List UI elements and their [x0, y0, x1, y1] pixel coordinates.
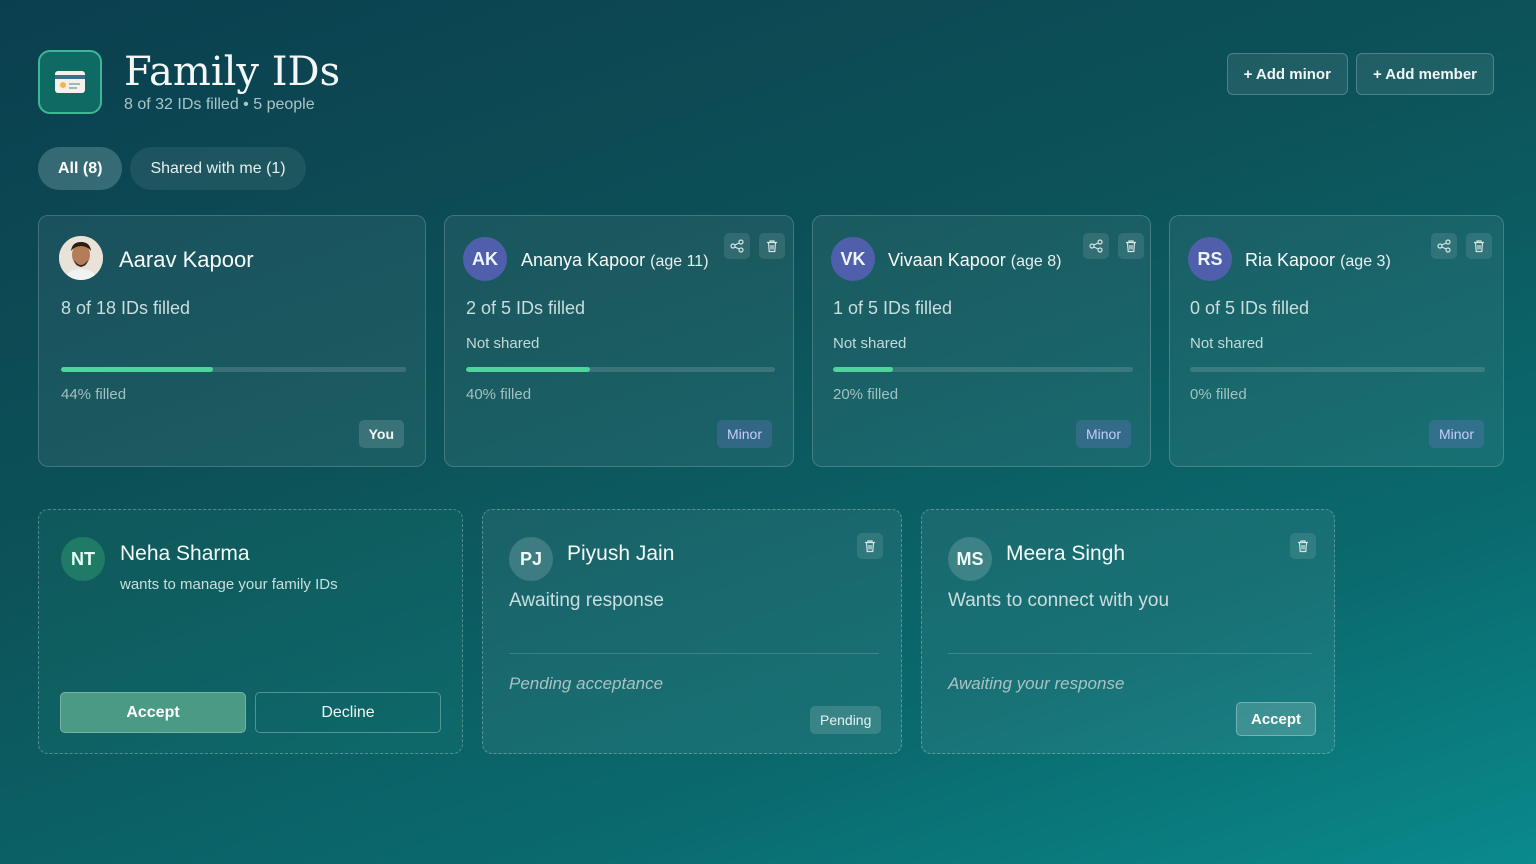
requester-name: Neha Sharma	[120, 542, 250, 565]
add-member-button[interactable]: + Add member	[1355, 53, 1494, 95]
member-name: Aarav Kapoor	[119, 247, 254, 272]
minor-badge: Minor	[1428, 420, 1484, 448]
share-icon[interactable]	[724, 233, 750, 259]
progress-fill	[61, 367, 213, 372]
member-card-ananya[interactable]: AK Ananya Kapoor (age 11) 2 of 5 IDs fil…	[444, 215, 794, 467]
requester-name: Meera Singh	[1006, 542, 1126, 565]
id-card-icon	[38, 50, 102, 114]
avatar: PJ	[509, 537, 553, 581]
progress-track	[466, 367, 775, 372]
you-badge: You	[358, 420, 404, 448]
avatar: VK	[831, 237, 875, 281]
page-subtitle: 8 of 32 IDs filled • 5 people	[124, 96, 315, 113]
requester-name: Piyush Jain	[567, 542, 675, 565]
tab-shared-with-me[interactable]: Shared with me (1)	[130, 147, 306, 190]
ids-filled: 2 of 5 IDs filled	[466, 298, 586, 318]
request-description: wants to manage your family IDs	[120, 576, 338, 593]
request-card-meera: MS Meera Singh Wants to connect with you…	[921, 509, 1335, 754]
percent-filled: 40% filled	[466, 386, 532, 403]
member-name: Ananya Kapoor (age 11)	[521, 250, 709, 270]
trash-icon[interactable]	[857, 533, 883, 559]
add-minor-button[interactable]: + Add minor	[1226, 53, 1348, 95]
avatar: RS	[1188, 237, 1232, 281]
member-name: Vivaan Kapoor (age 8)	[888, 250, 1062, 270]
percent-filled: 44% filled	[61, 386, 127, 403]
avatar: MS	[948, 537, 992, 581]
divider	[948, 653, 1312, 654]
ids-filled: 8 of 18 IDs filled	[61, 298, 191, 318]
minor-badge: Minor	[716, 420, 772, 448]
progress-track	[833, 367, 1133, 372]
divider	[509, 653, 879, 654]
trash-icon[interactable]	[759, 233, 785, 259]
member-card-ria[interactable]: RS Ria Kapoor (age 3) 0 of 5 IDs filled …	[1169, 215, 1504, 467]
member-card-aarav[interactable]: Aarav Kapoor 8 of 18 IDs filled 44% fill…	[38, 215, 426, 467]
progress-fill	[833, 367, 893, 372]
accept-button[interactable]: Accept	[1236, 702, 1317, 736]
avatar: NT	[61, 537, 105, 581]
trash-icon[interactable]	[1118, 233, 1144, 259]
progress-fill	[466, 367, 590, 372]
filter-tabs: All (8) Shared with me (1)	[38, 147, 306, 190]
trash-icon[interactable]	[1466, 233, 1492, 259]
share-icon[interactable]	[1431, 233, 1457, 259]
pending-badge: Pending	[810, 706, 882, 734]
ids-filled: 0 of 5 IDs filled	[1190, 298, 1310, 318]
request-card-piyush: PJ Piyush Jain Awaiting response Pending…	[482, 509, 902, 754]
minor-badge: Minor	[1075, 420, 1131, 448]
share-status: Not shared	[833, 335, 907, 352]
decline-button[interactable]: Decline	[255, 692, 441, 733]
share-status: Not shared	[1190, 335, 1264, 352]
member-name: Ria Kapoor (age 3)	[1245, 250, 1391, 270]
member-card-vivaan[interactable]: VK Vivaan Kapoor (age 8) 1 of 5 IDs fill…	[812, 215, 1151, 467]
pending-note: Pending acceptance	[509, 674, 664, 693]
trash-icon[interactable]	[1290, 533, 1316, 559]
ids-filled: 1 of 5 IDs filled	[833, 298, 953, 318]
avatar: AK	[463, 237, 507, 281]
progress-track	[61, 367, 406, 372]
page-header: Family IDs 8 of 32 IDs filled • 5 people	[38, 50, 340, 114]
progress-track	[1190, 367, 1485, 372]
header-actions: + Add minor + Add member	[1226, 53, 1494, 95]
avatar	[59, 236, 103, 280]
share-status: Not shared	[466, 335, 540, 352]
tab-all[interactable]: All (8)	[38, 147, 123, 190]
awaiting-note: Awaiting your response	[948, 674, 1125, 693]
accept-button[interactable]: Accept	[60, 692, 246, 733]
page-title: Family IDs	[124, 49, 341, 95]
percent-filled: 20% filled	[833, 386, 899, 403]
request-status: Wants to connect with you	[948, 590, 1170, 611]
percent-filled: 0% filled	[1190, 386, 1247, 403]
request-card-neha: NT Neha Sharma wants to manage your fami…	[38, 509, 463, 754]
share-icon[interactable]	[1083, 233, 1109, 259]
request-status: Awaiting response	[509, 590, 664, 611]
